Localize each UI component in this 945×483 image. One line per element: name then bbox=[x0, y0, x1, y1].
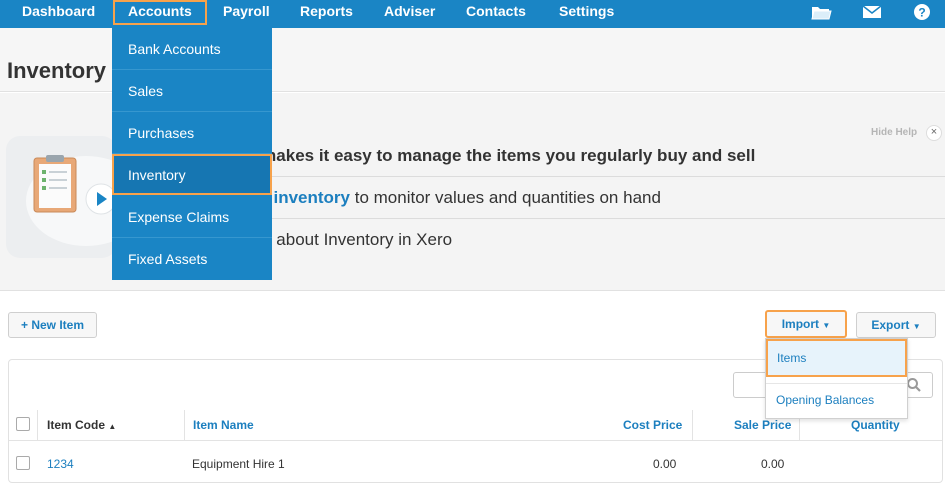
nav-reports[interactable]: Reports bbox=[300, 0, 353, 24]
nav-contacts[interactable]: Contacts bbox=[466, 0, 526, 24]
import-menu-item-items[interactable]: Items bbox=[766, 339, 907, 377]
select-all-checkbox[interactable] bbox=[16, 417, 30, 431]
import-menu-item-opening-balances[interactable]: Opening Balances bbox=[766, 383, 907, 415]
nav-payroll[interactable]: Payroll bbox=[223, 0, 270, 24]
nav-settings[interactable]: Settings bbox=[559, 0, 614, 24]
row-divider bbox=[9, 440, 942, 441]
chevron-down-icon: ▼ bbox=[822, 321, 831, 330]
nav-dashboard[interactable]: Dashboard bbox=[22, 0, 95, 24]
row-checkbox[interactable] bbox=[16, 456, 30, 470]
mail-icon[interactable] bbox=[861, 2, 883, 22]
help-divider bbox=[230, 176, 945, 177]
page-title: Inventory bbox=[7, 58, 107, 83]
search-icon[interactable] bbox=[906, 377, 922, 393]
menu-item-purchases[interactable]: Purchases bbox=[112, 112, 272, 154]
sale-price-header[interactable]: Sale Price bbox=[734, 418, 791, 432]
item-code-header[interactable]: Item Code ▲ bbox=[47, 418, 116, 432]
help-line-3-text: about Inventory in Xero bbox=[271, 230, 453, 249]
nav-accounts[interactable]: Accounts bbox=[113, 0, 207, 25]
cost-price-cell: 0.00 bbox=[653, 457, 677, 471]
export-button[interactable]: Export ▼ bbox=[856, 312, 936, 338]
import-button-label: Import bbox=[781, 317, 820, 331]
accounts-menu: Bank Accounts Sales Purchases Inventory … bbox=[112, 28, 272, 280]
close-help-icon[interactable]: × bbox=[926, 125, 942, 141]
menu-item-expense-claims[interactable]: Expense Claims bbox=[112, 196, 272, 238]
new-item-button[interactable]: + New Item bbox=[8, 312, 97, 338]
item-code-cell[interactable]: 1234 bbox=[47, 457, 74, 471]
item-name-header[interactable]: Item Name bbox=[193, 418, 254, 432]
help-video-thumbnail[interactable] bbox=[6, 136, 116, 258]
help-line-2-text: to monitor values and quantities on hand bbox=[350, 188, 661, 207]
svg-text:?: ? bbox=[918, 6, 925, 20]
quantity-header[interactable]: Quantity bbox=[851, 418, 900, 432]
column-divider bbox=[692, 410, 693, 440]
top-nav: Dashboard Accounts Payroll Reports Advis… bbox=[0, 0, 945, 28]
item-code-header-label: Item Code bbox=[47, 418, 106, 432]
folder-icon[interactable] bbox=[810, 2, 832, 22]
help-line-1: ory makes it easy to manage the items yo… bbox=[230, 146, 756, 165]
menu-item-sales[interactable]: Sales bbox=[112, 70, 272, 112]
cost-price-header[interactable]: Cost Price bbox=[623, 418, 682, 432]
import-menu: Items Opening Balances bbox=[765, 338, 908, 419]
sort-ascending-icon: ▲ bbox=[108, 422, 117, 431]
menu-item-bank-accounts[interactable]: Bank Accounts bbox=[112, 28, 272, 70]
help-divider bbox=[230, 218, 945, 219]
column-divider bbox=[37, 410, 38, 440]
item-name-cell: Equipment Hire 1 bbox=[192, 457, 285, 471]
chevron-down-icon: ▼ bbox=[912, 322, 921, 331]
clipboard-illustration bbox=[26, 155, 116, 246]
import-button[interactable]: Import ▼ bbox=[765, 310, 847, 338]
help-line-2: cked inventory to monitor values and qua… bbox=[230, 188, 661, 208]
hide-help-link[interactable]: Hide Help bbox=[871, 127, 917, 138]
export-button-label: Export bbox=[871, 318, 910, 332]
help-icon[interactable]: ? bbox=[911, 2, 933, 22]
column-divider bbox=[184, 410, 185, 440]
nav-adviser[interactable]: Adviser bbox=[384, 0, 435, 24]
menu-item-inventory[interactable]: Inventory bbox=[112, 154, 272, 195]
menu-item-fixed-assets[interactable]: Fixed Assets bbox=[112, 238, 272, 280]
sale-price-cell: 0.00 bbox=[761, 457, 785, 471]
